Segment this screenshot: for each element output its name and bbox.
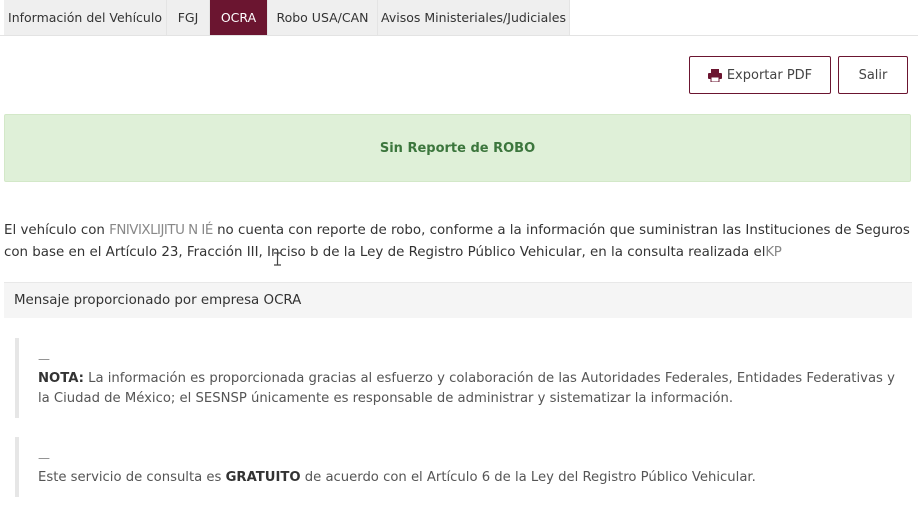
report-paragraph: El vehículo con FNIVIXLIJITU N IÉ no cue… — [4, 220, 912, 264]
status-alert: Sin Reporte de ROBO — [4, 114, 911, 182]
free-service-pre: Este servicio de consulta es — [38, 470, 226, 485]
message-bar: Mensaje proporcionado por empresa OCRA — [4, 282, 912, 318]
printer-icon — [707, 68, 722, 82]
message-bar-text: Mensaje proporcionado por empresa OCRA — [14, 293, 302, 308]
note-lead: NOTA: — [38, 371, 84, 386]
tab-vehicle-info[interactable]: Información del Vehículo — [4, 0, 167, 35]
note-dash: — — [38, 352, 50, 366]
export-pdf-button[interactable]: Exportar PDF — [689, 56, 831, 94]
redacted-date: KP — [765, 245, 782, 260]
exit-button[interactable]: Salir — [838, 56, 908, 94]
alert-text: Sin Reporte de ROBO — [379, 140, 536, 156]
exit-label: Salir — [858, 67, 888, 83]
note-dash: — — [38, 451, 50, 465]
tab-robo-usa-can[interactable]: Robo USA/CAN — [268, 0, 378, 35]
free-service-card: — Este servicio de consulta es GRATUITO … — [15, 437, 910, 497]
note-text: La información es proporcionada gracias … — [38, 371, 895, 406]
redacted-plate: FNIVIXLIJITU N IÉ — [109, 223, 213, 238]
tab-bar: Información del Vehículo FGJ OCRA Robo U… — [4, 0, 570, 36]
tab-ocra[interactable]: OCRA — [210, 0, 268, 35]
text-cursor-icon — [274, 252, 281, 266]
report-text-start: El vehículo con — [4, 223, 110, 238]
free-service-bold: GRATUITO — [225, 470, 301, 485]
tab-fgj[interactable]: FGJ — [167, 0, 210, 35]
note-card: — NOTA: La información es proporcionada … — [15, 338, 910, 418]
tab-avisos[interactable]: Avisos Ministeriales/Judiciales — [378, 0, 570, 35]
export-pdf-label: Exportar PDF — [726, 67, 813, 83]
free-service-post: de acuerdo con el Artículo 6 de la Ley d… — [300, 470, 756, 485]
